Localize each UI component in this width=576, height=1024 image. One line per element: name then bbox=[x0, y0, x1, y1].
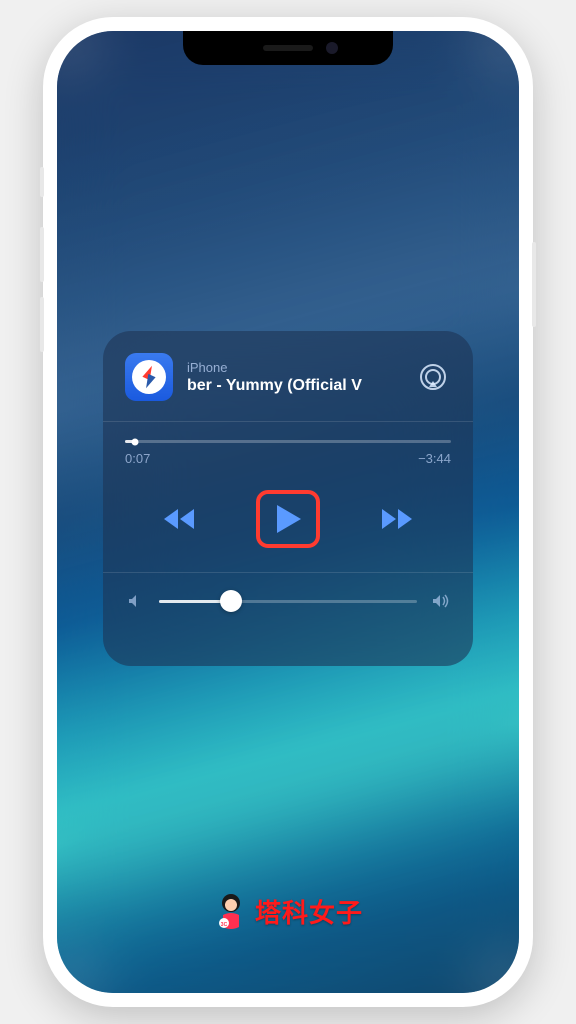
svg-text:3C: 3C bbox=[221, 922, 228, 928]
media-title: ber - Yummy (Official V bbox=[187, 377, 401, 395]
next-track-button[interactable] bbox=[375, 497, 419, 541]
media-header: iPhone ber - Yummy (Official V bbox=[125, 353, 451, 401]
airplay-icon bbox=[419, 363, 447, 391]
airplay-button[interactable] bbox=[415, 359, 451, 395]
phone-device-frame: iPhone ber - Yummy (Official V bbox=[43, 17, 533, 1007]
volume-high-icon bbox=[431, 593, 451, 609]
safari-icon bbox=[132, 360, 166, 394]
progress-knob[interactable] bbox=[131, 438, 138, 445]
source-app-icon[interactable] bbox=[125, 353, 173, 401]
earpiece-speaker bbox=[263, 45, 313, 51]
time-row: 0:07 −3:44 bbox=[125, 451, 451, 466]
volume-up-hardware bbox=[40, 227, 44, 282]
watermark: 3C 塔科女子 bbox=[213, 891, 363, 931]
divider bbox=[103, 421, 473, 422]
phone-screen: iPhone ber - Yummy (Official V bbox=[57, 31, 519, 993]
remaining-time: −3:44 bbox=[418, 451, 451, 466]
progress-slider[interactable] bbox=[125, 440, 451, 443]
media-source-label: iPhone bbox=[187, 360, 401, 375]
volume-down-hardware bbox=[40, 297, 44, 352]
power-button-hardware bbox=[532, 242, 536, 327]
previous-track-button[interactable] bbox=[157, 497, 201, 541]
volume-slider[interactable] bbox=[159, 600, 417, 603]
volume-section bbox=[125, 593, 451, 609]
divider bbox=[103, 572, 473, 573]
now-playing-panel: iPhone ber - Yummy (Official V bbox=[103, 331, 473, 666]
playback-controls bbox=[125, 490, 451, 548]
front-camera bbox=[326, 42, 338, 54]
display-notch bbox=[183, 31, 393, 65]
rewind-icon bbox=[160, 506, 198, 532]
play-icon bbox=[273, 503, 303, 535]
watermark-text: 塔科女子 bbox=[255, 893, 363, 930]
silence-switch bbox=[40, 167, 44, 197]
elapsed-time: 0:07 bbox=[125, 451, 150, 466]
progress-section: 0:07 −3:44 bbox=[125, 440, 451, 466]
watermark-avatar-icon: 3C bbox=[213, 891, 249, 931]
volume-low-icon bbox=[125, 593, 145, 609]
fast-forward-icon bbox=[378, 506, 416, 532]
media-info: iPhone ber - Yummy (Official V bbox=[187, 360, 401, 395]
play-button[interactable] bbox=[256, 490, 320, 548]
volume-knob[interactable] bbox=[220, 590, 242, 612]
